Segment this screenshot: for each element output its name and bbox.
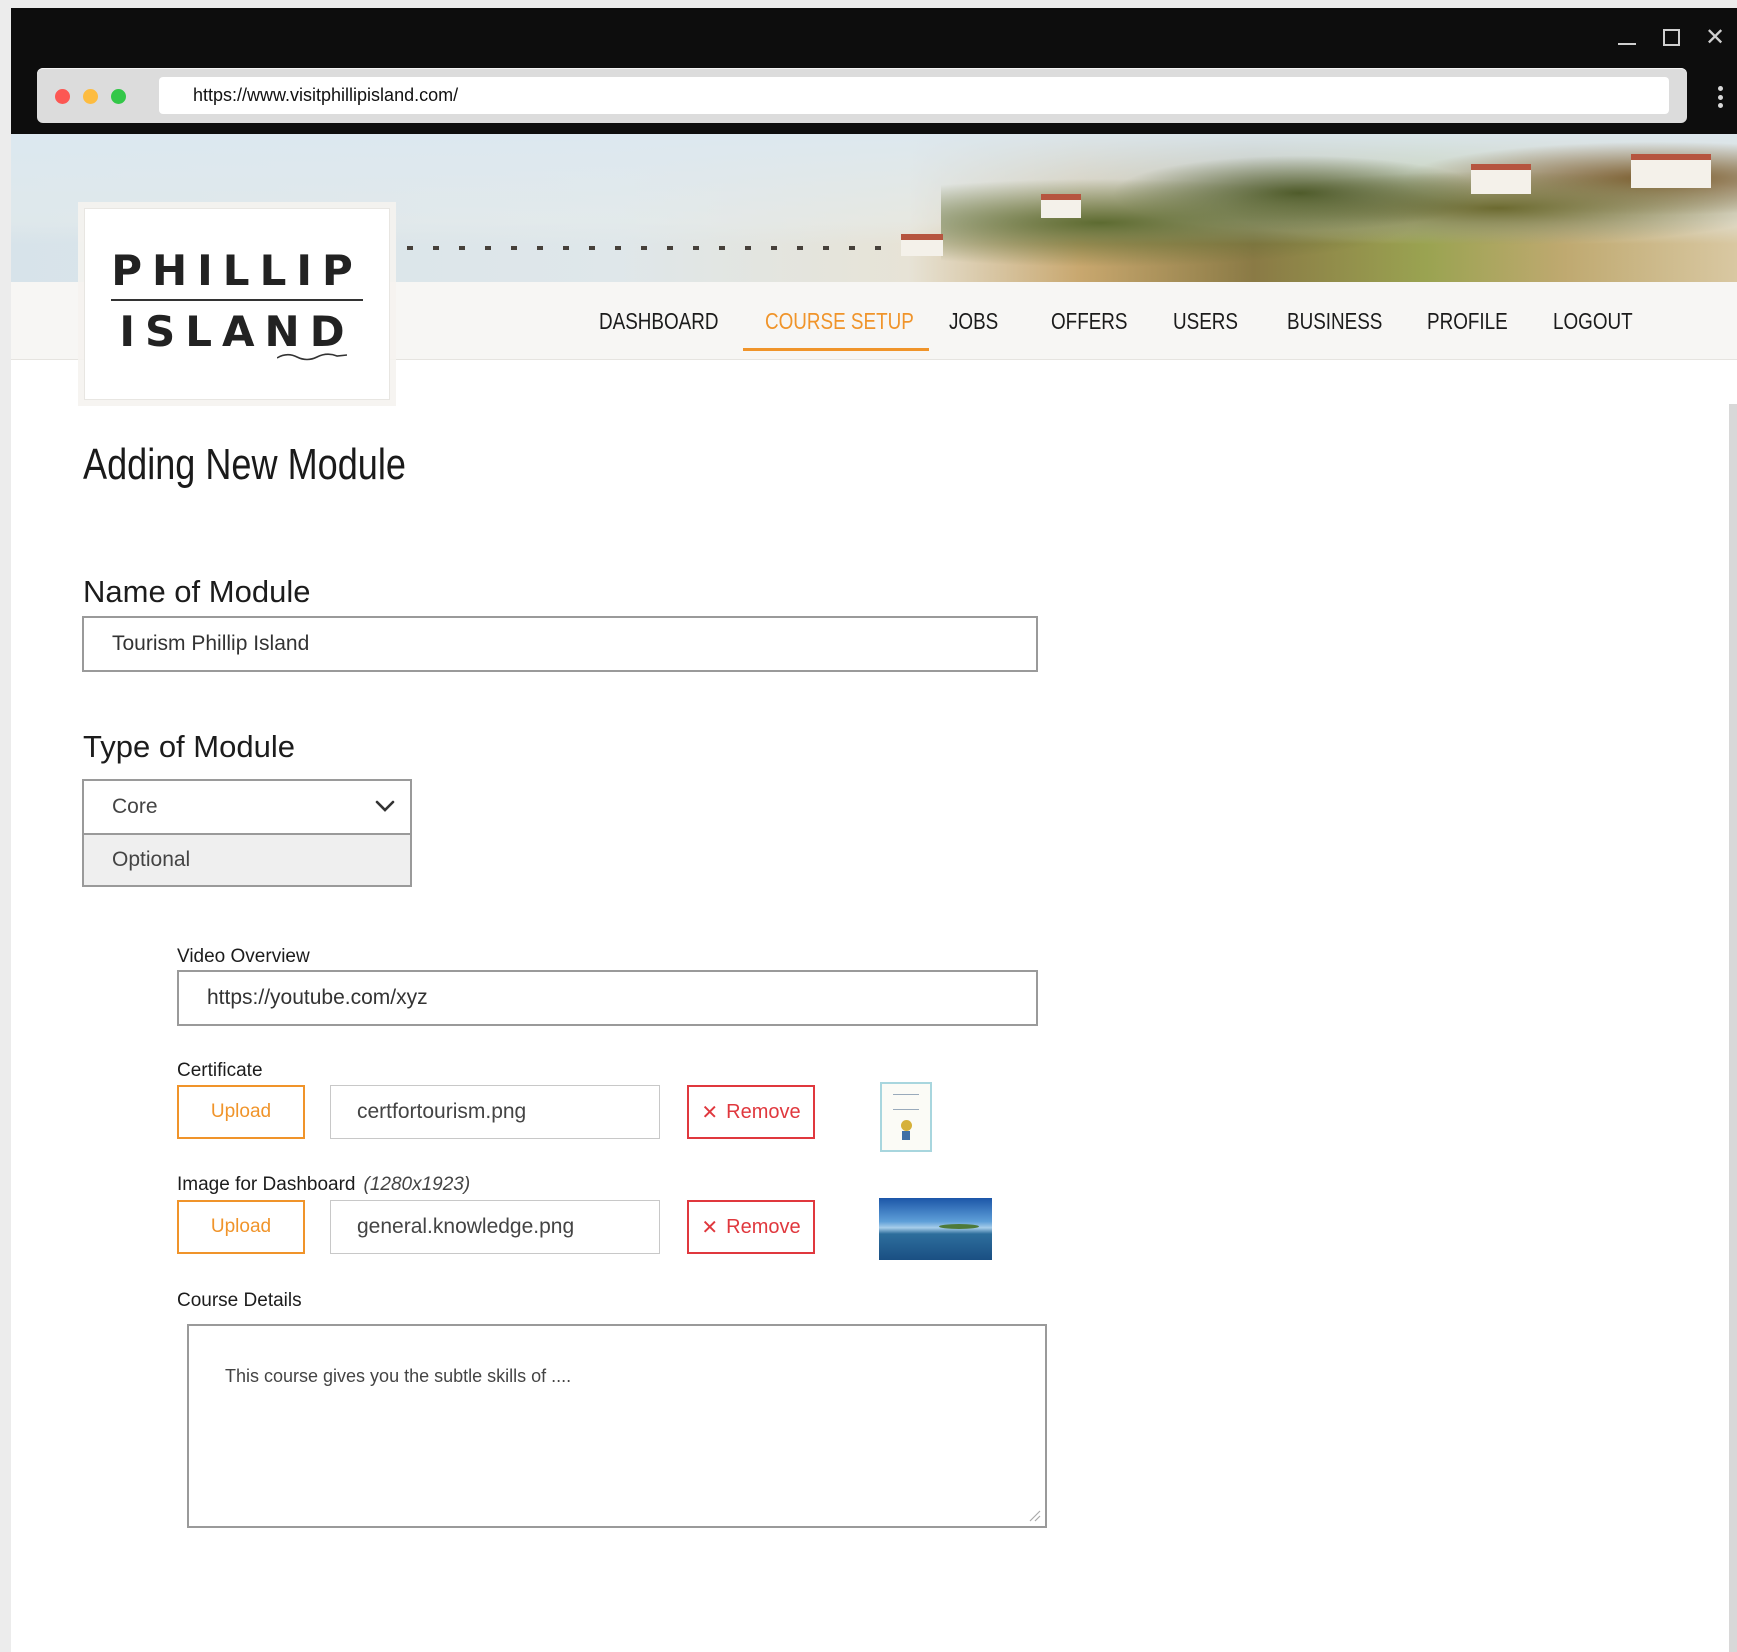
kebab-menu-icon[interactable] <box>1711 84 1729 110</box>
video-overview-value: https://youtube.com/xyz <box>207 986 428 1009</box>
certificate-upload-button[interactable]: Upload <box>177 1085 305 1139</box>
nav-logout[interactable]: LOGOUT <box>1553 282 1633 360</box>
window-controls: ✕ <box>1605 22 1737 52</box>
maximize-icon <box>1662 28 1680 46</box>
certificate-file-field[interactable]: certfortourism.png <box>330 1085 660 1139</box>
nav-jobs[interactable]: JOBS <box>949 282 998 360</box>
course-details-label: Course Details <box>177 1290 302 1311</box>
nav-profile[interactable]: PROFILE <box>1427 282 1508 360</box>
nav-users[interactable]: USERS <box>1173 282 1238 360</box>
close-icon: ✕ <box>1704 23 1726 51</box>
active-nav-underline <box>743 348 929 351</box>
resize-handle-icon[interactable] <box>1027 1508 1041 1522</box>
browser-window: ✕ https://www.visitphillipisland.com/ DA… <box>11 8 1737 1652</box>
dashboard-image-thumbnail[interactable] <box>879 1198 992 1260</box>
module-name-input[interactable]: Tourism Phillip Island <box>82 616 1038 672</box>
certificate-remove-button[interactable]: ✕ Remove <box>687 1085 815 1139</box>
certificate-thumbnail[interactable] <box>880 1082 932 1152</box>
chevron-down-icon[interactable] <box>374 795 396 817</box>
browser-titlebar: ✕ https://www.visitphillipisland.com/ <box>11 8 1737 134</box>
module-type-label: Type of Module <box>83 729 295 764</box>
browser-toolbar: https://www.visitphillipisland.com/ <box>37 68 1687 123</box>
logo-text-bottom: ISLAND <box>119 307 355 356</box>
minimize-dot-icon[interactable] <box>83 89 98 104</box>
module-name-label: Name of Module <box>83 574 311 609</box>
traffic-lights <box>55 89 126 104</box>
close-window-button[interactable]: ✕ <box>1693 22 1737 52</box>
url-text: https://www.visitphillipisland.com/ <box>193 85 459 105</box>
module-type-option-core[interactable]: Core <box>84 781 410 833</box>
video-overview-input[interactable]: https://youtube.com/xyz <box>177 970 1038 1026</box>
dashboard-image-file-name: general.knowledge.png <box>357 1215 575 1238</box>
minimize-button[interactable] <box>1605 22 1649 52</box>
video-overview-label: Video Overview <box>177 946 310 967</box>
address-bar[interactable]: https://www.visitphillipisland.com/ <box>159 77 1669 114</box>
nav-dashboard[interactable]: DASHBOARD <box>599 282 718 360</box>
logo-text-top: PHILLIP <box>111 246 363 301</box>
minimize-icon <box>1618 43 1636 45</box>
dashboard-image-remove-button[interactable]: ✕ Remove <box>687 1200 815 1254</box>
page-scrollbar[interactable] <box>1729 404 1737 1652</box>
module-name-value: Tourism Phillip Island <box>112 632 310 655</box>
close-dot-icon[interactable] <box>55 89 70 104</box>
dashboard-image-upload-button[interactable]: Upload <box>177 1200 305 1254</box>
dashboard-image-size-hint: (1280x1923) <box>363 1174 471 1195</box>
course-details-textarea[interactable]: This course gives you the subtle skills … <box>187 1324 1047 1528</box>
zoom-dot-icon[interactable] <box>111 89 126 104</box>
site-logo[interactable]: PHILLIP ISLAND <box>84 208 390 400</box>
course-details-value: This course gives you the subtle skills … <box>225 1366 572 1386</box>
close-icon: ✕ <box>701 1215 719 1239</box>
nav-offers[interactable]: OFFERS <box>1051 282 1127 360</box>
dashboard-image-label: Image for Dashboard (1280x1923) <box>177 1174 471 1195</box>
page-title: Adding New Module <box>83 440 406 489</box>
nav-business[interactable]: BUSINESS <box>1287 282 1382 360</box>
screen-background: ✕ https://www.visitphillipisland.com/ DA… <box>0 0 1737 1652</box>
logo-wave-icon <box>277 353 347 361</box>
close-icon: ✕ <box>701 1100 719 1124</box>
module-type-select[interactable]: Core Optional <box>82 779 412 887</box>
certificate-label: Certificate <box>177 1060 263 1081</box>
certificate-file-name: certfortourism.png <box>357 1100 527 1123</box>
dashboard-image-file-field[interactable]: general.knowledge.png <box>330 1200 660 1254</box>
module-type-option-optional[interactable]: Optional <box>84 833 410 885</box>
maximize-button[interactable] <box>1649 22 1693 52</box>
